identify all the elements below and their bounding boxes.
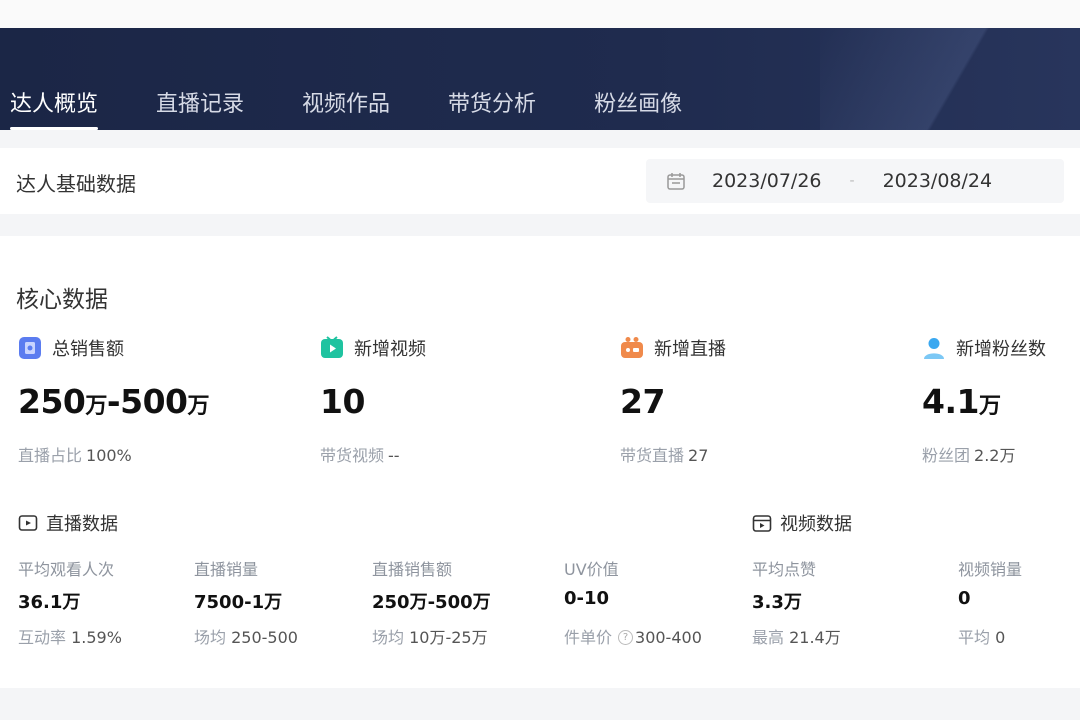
metric-total-sales: 总销售额 250万-500万 直播占比 100% [18, 336, 278, 466]
stat-avg-likes: 平均点赞 3.3万 最高 21.4万 [752, 560, 841, 647]
metric-value: 10 [320, 382, 365, 421]
video-icon [321, 336, 343, 358]
stat-uv-value: UV价值 0-10 件单价? 300-400 [564, 560, 702, 647]
fans-icon [924, 338, 944, 359]
tab-fan-profile[interactable]: 粉丝画像 [594, 86, 682, 130]
video-calendar-icon [752, 515, 772, 532]
calendar-icon [667, 173, 685, 190]
tab-sales-analysis[interactable]: 带货分析 [448, 86, 536, 130]
metric-label: 总销售额 [52, 339, 124, 360]
date-range-picker[interactable]: 2023/07/26 - 2023/08/24 [646, 159, 1064, 203]
metric-label: 新增视频 [354, 339, 426, 360]
top-nav: 达人概览 直播记录 视频作品 带货分析 粉丝画像 [0, 28, 1080, 130]
base-data-bar: 达人基础数据 2023/07/26 - 2023/08/24 [0, 148, 1080, 214]
video-data-heading: 视频数据 [752, 510, 852, 536]
tab-video-works[interactable]: 视频作品 [302, 86, 390, 130]
stat-live-sales-amount: 直播销售额 250万-500万 场均 10万-25万 [372, 560, 491, 647]
live-icon [621, 337, 643, 358]
metric-new-fans: 新增粉丝数 4.1万 粉丝团 2.2万 [922, 336, 1080, 466]
metric-value: 250万-500万 [18, 382, 210, 421]
tab-overview[interactable]: 达人概览 [10, 86, 99, 130]
date-end[interactable]: 2023/08/24 [883, 170, 993, 192]
nav-tabs: 达人概览 直播记录 视频作品 带货分析 粉丝画像 [0, 28, 740, 130]
stat-live-sales-volume: 直播销量 7500-1万 场均 250-500 [194, 560, 298, 647]
tab-live-records[interactable]: 直播记录 [156, 86, 244, 130]
date-start[interactable]: 2023/07/26 [712, 170, 822, 192]
metric-sub: 直播占比 100% [18, 446, 132, 465]
date-separator: - [849, 173, 855, 189]
metric-label: 新增直播 [654, 339, 726, 360]
core-data-panel: 核心数据 总销售额 250万-500万 直播占比 100% 新增视频 10 带货… [0, 236, 1080, 688]
stat-avg-viewers: 平均观看人次 36.1万 互动率 1.59% [18, 560, 122, 647]
live-tv-icon [18, 515, 38, 531]
top-strip [0, 0, 1080, 28]
metric-sub: 带货视频 -- [320, 446, 400, 465]
stat-video-sales: 视频销量 0 平均 0 [958, 560, 1023, 647]
metric-sub: 带货直播 27 [620, 446, 709, 465]
live-data-heading: 直播数据 [18, 510, 118, 536]
core-data-title: 核心数据 [16, 287, 108, 313]
metric-label: 新增粉丝数 [956, 339, 1046, 360]
base-data-title: 达人基础数据 [16, 172, 136, 196]
metric-new-lives: 新增直播 27 带货直播 27 [620, 336, 880, 466]
metric-new-videos: 新增视频 10 带货视频 -- [320, 336, 580, 466]
help-icon[interactable]: ? [618, 630, 634, 645]
nav-decoration [820, 28, 1080, 130]
metric-value: 27 [620, 382, 665, 421]
metric-value: 4.1万 [922, 382, 1001, 421]
metric-sub: 粉丝团 2.2万 [922, 446, 1016, 465]
sales-icon [19, 337, 41, 359]
